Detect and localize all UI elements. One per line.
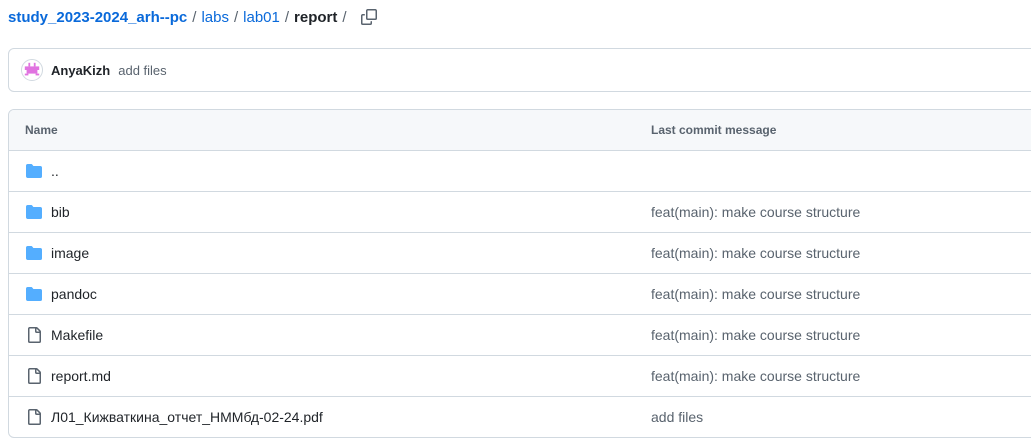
commit-message-link[interactable]: add files [651, 409, 703, 425]
commit-message-link[interactable]: feat(main): make course structure [651, 327, 860, 343]
commit-author-link[interactable]: AnyaKizh [51, 63, 110, 78]
folder-link[interactable]: bib [51, 204, 70, 220]
file-icon [25, 327, 43, 343]
breadcrumb-item-lab01[interactable]: lab01 [243, 9, 280, 26]
commit-message-link[interactable]: feat(main): make course structure [651, 286, 860, 302]
commit-message-link[interactable]: feat(main): make course structure [651, 245, 860, 261]
table-row[interactable]: Л01_Кижваткина_отчет_НММбд-02-24.pdf add … [9, 397, 1031, 437]
page: study_2023-2024_arh--pc / labs / lab01 /… [0, 0, 1031, 442]
file-link[interactable]: Л01_Кижваткина_отчет_НММбд-02-24.pdf [51, 409, 323, 425]
breadcrumb-item-labs[interactable]: labs [201, 9, 229, 26]
breadcrumb-separator: / [342, 8, 347, 26]
folder-icon [25, 286, 43, 302]
breadcrumb-separator: / [192, 8, 197, 26]
breadcrumb-separator: / [233, 8, 239, 26]
table-row[interactable]: image feat(main): make course structure [9, 233, 1031, 274]
breadcrumb-separator: / [284, 8, 290, 26]
breadcrumb-current: report [294, 8, 338, 26]
identicon-icon [24, 62, 40, 76]
table-row[interactable]: report.md feat(main): make course structu… [9, 356, 1031, 397]
file-link[interactable]: Makefile [51, 327, 103, 343]
column-header-name: Name [25, 123, 58, 137]
folder-link[interactable]: pandoc [51, 286, 97, 302]
avatar[interactable] [21, 59, 43, 81]
file-icon [25, 409, 43, 425]
column-header-commit-message: Last commit message [651, 123, 777, 137]
folder-icon [25, 245, 43, 261]
folder-link[interactable]: .. [51, 163, 59, 179]
table-row[interactable]: Makefile feat(main): make course structur… [9, 315, 1031, 356]
commit-message-link[interactable]: feat(main): make course structure [651, 204, 860, 220]
table-row[interactable]: bib feat(main): make course structure [9, 192, 1031, 233]
file-icon [25, 368, 43, 384]
table-row[interactable]: .. [9, 151, 1031, 192]
breadcrumb-repo-link[interactable]: study_2023-2024_arh--pc [8, 9, 187, 26]
folder-icon [25, 204, 43, 220]
table-row[interactable]: pandoc feat(main): make course structure [9, 274, 1031, 315]
commit-message-link[interactable]: add files [118, 63, 166, 78]
file-link[interactable]: report.md [51, 368, 111, 384]
copy-icon [360, 9, 377, 25]
commit-message-link[interactable]: feat(main): make course structure [651, 368, 860, 384]
file-table: Name Last commit message .. bib feat(main)… [8, 109, 1031, 438]
folder-link[interactable]: image [51, 245, 89, 261]
table-body: .. bib feat(main): make course structure im… [9, 151, 1031, 437]
folder-icon [25, 163, 43, 179]
copy-path-button[interactable] [358, 6, 380, 28]
table-header: Name Last commit message [9, 110, 1031, 151]
breadcrumb: study_2023-2024_arh--pc / labs / lab01 /… [8, 6, 380, 28]
latest-commit-box: AnyaKizh add files [8, 48, 1031, 92]
